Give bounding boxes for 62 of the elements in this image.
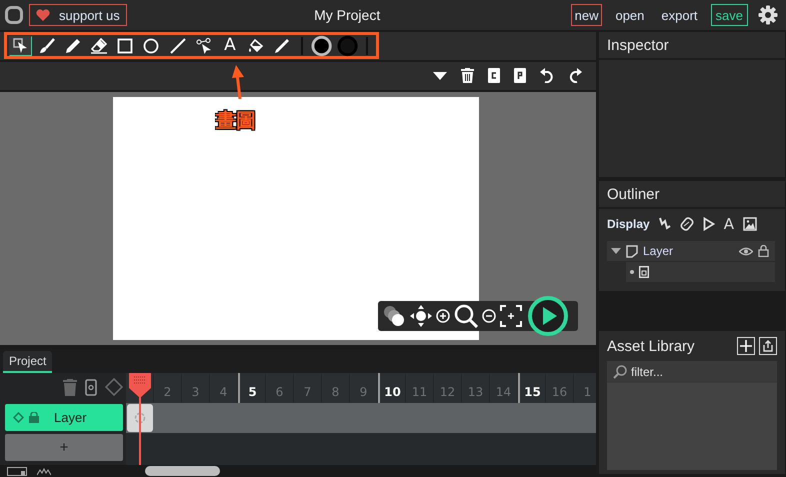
add-icon[interactable] [737,337,755,355]
copy-icon[interactable] [488,68,500,84]
menu-button[interactable]: open [611,4,648,26]
dropdown-icon[interactable] [433,70,447,81]
fit-view-icon[interactable] [500,304,522,327]
menu-button[interactable]: new [570,4,602,26]
menu-button[interactable]: export [657,4,702,26]
keyframe-icon [134,412,146,424]
diamond-icon[interactable] [105,378,123,396]
redo-icon[interactable] [568,68,582,84]
caret-icon[interactable] [611,247,621,255]
panel-title: Asset Library [607,338,695,354]
outliner-row[interactable] [626,262,775,282]
canvas-size-icon[interactable] [7,466,27,476]
project-tab[interactable]: Project [3,351,52,373]
eye-icon[interactable] [739,246,753,256]
zoom-in-icon[interactable] [436,308,450,323]
lock-icon[interactable] [758,245,769,257]
play-icon[interactable] [702,217,715,231]
stroke-color-swatch[interactable] [310,34,332,57]
visibility-icon[interactable] [13,412,24,423]
lock-icon[interactable] [29,412,39,423]
select-tool-icon[interactable] [9,36,32,56]
layer-name: Layer [643,244,674,258]
horizontal-scrollbar[interactable] [145,466,220,476]
bullet-icon [630,270,634,274]
filter-field[interactable]: filter... [607,361,777,383]
eraser-icon[interactable] [680,217,694,231]
text-filter[interactable]: A [724,215,734,233]
share-icon[interactable] [759,337,777,355]
annotation-label: 畫圖 [216,108,256,132]
settings-icon[interactable] [758,5,778,25]
play-button[interactable] [528,296,568,336]
bone-icon[interactable] [658,217,671,231]
fill-color-swatch[interactable] [336,34,358,57]
heart-icon [36,9,50,21]
display-mode-tab[interactable]: Display [607,217,650,231]
logo-icon[interactable] [5,6,23,24]
trash-icon[interactable] [461,68,474,84]
undo-icon[interactable] [540,68,554,84]
playhead[interactable] [127,373,153,465]
menu-button[interactable]: save [710,4,748,26]
project-title: My Project [313,7,382,23]
search-icon [613,365,627,379]
image-icon[interactable] [742,217,757,231]
canvas-stage[interactable] [113,96,479,340]
outliner-row[interactable]: Layer [607,241,775,261]
waveform-icon[interactable] [37,466,51,476]
text-tool[interactable]: A [218,36,242,56]
layer-icon [626,244,638,258]
onion-skin-icon[interactable] [382,304,406,328]
search-icon[interactable] [454,304,478,328]
pan-icon[interactable] [410,304,432,327]
frame-icon [639,266,649,278]
panel-title: Inspector [607,36,669,54]
support-button[interactable]: support us [29,4,127,26]
keyframe-icon[interactable] [85,378,97,396]
layer-button[interactable]: Layer [5,404,123,431]
panel-title: Outliner [607,186,660,202]
annotation-arrow [232,64,246,99]
paste-icon[interactable] [514,68,526,84]
zoom-out-icon[interactable] [482,308,496,323]
